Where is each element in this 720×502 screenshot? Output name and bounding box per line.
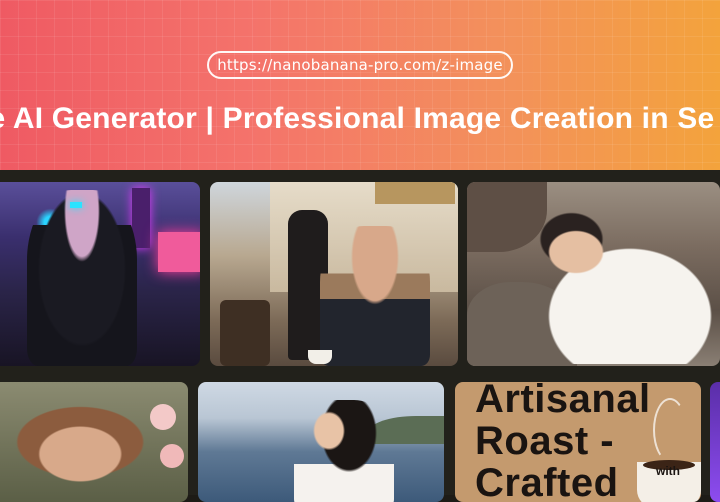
visor-glow — [70, 202, 82, 208]
cup-text: with — [656, 464, 680, 478]
reclining-woman — [495, 204, 720, 364]
hero-banner: https://nanobanana-pro.com/z-image ge AI… — [0, 0, 720, 170]
url-pill[interactable]: https://nanobanana-pro.com/z-image — [207, 51, 513, 79]
coffee-cup — [308, 350, 332, 364]
seated-woman — [320, 226, 430, 366]
poster-line-2: Roast - — [475, 419, 615, 463]
gallery-card-street-cafe[interactable] — [210, 182, 458, 366]
cafe-chair — [220, 300, 270, 366]
seaside-woman — [294, 400, 394, 502]
grid-pattern — [0, 0, 720, 170]
poster-line-3: Crafted — [475, 461, 619, 502]
image-gallery: Artisanal Roast - Crafted with — [0, 170, 720, 502]
gallery-card-coffee-poster[interactable]: Artisanal Roast - Crafted with — [455, 382, 701, 502]
gallery-card-portrait-woman[interactable] — [0, 382, 188, 502]
page-title: ge AI Generator | Professional Image Cre… — [0, 102, 715, 135]
poster-text: Artisanal Roast - Crafted — [475, 382, 651, 502]
flower — [160, 444, 184, 468]
gallery-card-seaside-woman[interactable] — [198, 382, 444, 502]
poster-line-1: Artisanal — [475, 382, 651, 421]
neon-light — [158, 232, 200, 272]
robot-figure — [27, 190, 137, 366]
gallery-card-cyberpunk-robot[interactable] — [0, 182, 200, 366]
steam — [653, 398, 687, 462]
gallery-card-woman-on-rocks[interactable] — [467, 182, 720, 366]
gallery-card-purple[interactable] — [710, 382, 720, 502]
awning — [375, 182, 455, 204]
flower — [150, 404, 176, 430]
